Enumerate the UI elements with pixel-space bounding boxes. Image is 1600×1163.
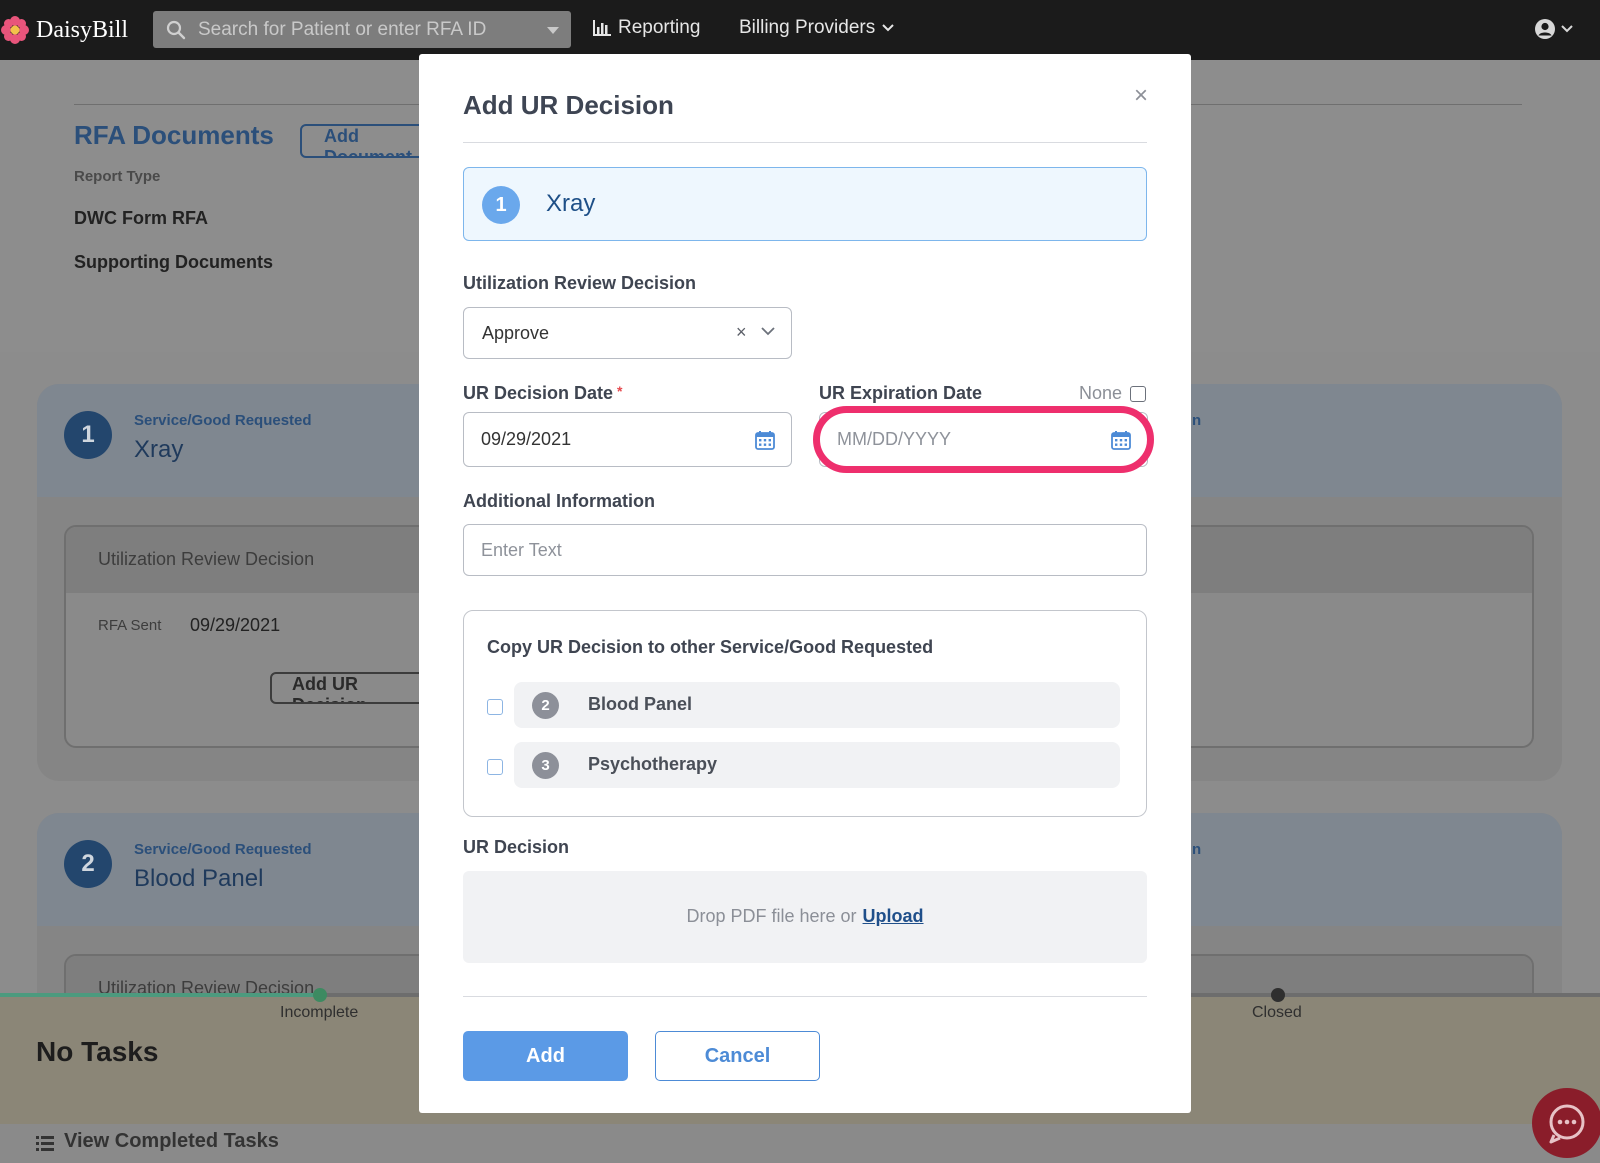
ur-decision-date-label-text: UR Decision Date	[463, 383, 614, 403]
additional-information-input[interactable]	[481, 525, 1121, 575]
search-icon	[166, 20, 186, 40]
divider	[463, 996, 1147, 997]
add-ur-decision-button[interactable]: Add UR Decision	[270, 672, 430, 704]
stage-incomplete-label: Incomplete	[280, 1004, 359, 1021]
top-navbar: DaisyBill Reporting Billing Providers	[0, 0, 1600, 60]
search-input[interactable]	[198, 11, 528, 48]
service-header-right-text: n	[1192, 412, 1202, 429]
drop-zone-text: Drop PDF file here or Upload	[463, 906, 1147, 927]
modal-title: Add UR Decision	[463, 90, 674, 120]
service-number-badge: 2	[64, 840, 112, 888]
ur-expiration-date-label: UR Expiration Date	[819, 383, 983, 403]
user-menu[interactable]	[1534, 18, 1574, 40]
daisy-flower-icon	[1, 16, 29, 44]
calendar-icon[interactable]	[755, 430, 775, 450]
rfa-sent-value: 09/29/2021	[190, 615, 281, 635]
search-dropdown-caret-icon[interactable]	[547, 27, 559, 34]
ur-decision-panel-title: Utilization Review Decision	[98, 549, 315, 569]
service-number-badge: 3	[532, 752, 559, 779]
service-number-badge: 1	[482, 186, 520, 224]
nav-billing-providers-label: Billing Providers	[739, 17, 876, 38]
app-name: DaisyBill	[36, 16, 129, 43]
document-item[interactable]: Supporting Documents	[74, 252, 273, 273]
no-expiration-toggle[interactable]: None	[1079, 383, 1147, 404]
chevron-down-icon	[1561, 25, 1573, 33]
clear-selection-icon[interactable]: ×	[736, 322, 747, 343]
service-name: Blood Panel	[134, 865, 264, 892]
nav-reporting[interactable]: Reporting	[592, 17, 700, 39]
incomplete-stage-check-icon	[313, 988, 327, 1002]
copy-item-blood-panel[interactable]: 2 Blood Panel	[514, 682, 1120, 728]
chat-bubble-icon	[1549, 1104, 1585, 1144]
chevron-down-icon[interactable]	[760, 325, 776, 337]
copy-decision-title: Copy UR Decision to other Service/Good R…	[487, 637, 934, 657]
ur-decision-value: Approve	[482, 323, 550, 343]
upload-link[interactable]: Upload	[863, 906, 924, 926]
service-name: Xray	[546, 190, 596, 217]
stage-closed-label: Closed	[1252, 1004, 1302, 1021]
highlight-annotation-ring	[813, 406, 1154, 473]
close-icon[interactable]: ×	[1129, 82, 1153, 109]
chevron-down-icon	[882, 24, 894, 32]
view-completed-tasks-link[interactable]: View Completed Tasks	[0, 1124, 1600, 1163]
user-avatar-icon	[1535, 19, 1555, 39]
copy-checkbox-blood-panel[interactable]	[487, 699, 503, 715]
copy-item-name: Blood Panel	[588, 694, 693, 714]
closed-stage-dot-icon	[1271, 988, 1285, 1002]
ur-decision-label: Utilization Review Decision	[463, 273, 697, 293]
document-item[interactable]: DWC Form RFA	[74, 208, 208, 229]
rfa-sent-label: RFA Sent	[98, 617, 162, 634]
chat-support-button[interactable]	[1532, 1088, 1600, 1158]
patient-search[interactable]	[153, 11, 571, 48]
copy-decision-box: Copy UR Decision to other Service/Good R…	[463, 610, 1147, 817]
service-subtitle: Service/Good Requested	[134, 412, 312, 429]
selected-service-banner: 1 Xray	[463, 167, 1147, 241]
ur-decision-date-input[interactable]	[481, 413, 731, 466]
service-subtitle: Service/Good Requested	[134, 841, 312, 858]
none-label: None	[1079, 383, 1123, 403]
copy-item-name: Psychotherapy	[588, 754, 718, 774]
additional-information-field[interactable]	[463, 524, 1147, 576]
nav-reporting-label: Reporting	[618, 17, 701, 38]
copy-item-psychotherapy[interactable]: 3 Psychotherapy	[514, 742, 1120, 788]
service-header-right-text: n	[1192, 841, 1202, 858]
nav-billing-providers[interactable]: Billing Providers	[739, 17, 895, 39]
service-number-badge: 2	[532, 692, 559, 719]
divider	[463, 142, 1147, 143]
none-checkbox[interactable]	[1130, 385, 1147, 402]
no-tasks-text: No Tasks	[36, 1036, 159, 1067]
ur-decision-select[interactable]: Approve ×	[463, 307, 792, 359]
ur-decision-date-label: UR Decision Date *	[463, 383, 623, 404]
drop-instructions: Drop PDF file here or	[686, 906, 857, 926]
add-ur-decision-modal: Add UR Decision × 1 Xray Utilization Rev…	[419, 54, 1191, 1113]
add-button[interactable]: Add	[463, 1031, 628, 1081]
view-completed-tasks-label: View Completed Tasks	[64, 1130, 279, 1152]
required-marker: *	[617, 383, 623, 399]
ur-decision-date-field[interactable]	[463, 412, 792, 467]
service-name: Xray	[134, 436, 184, 463]
cancel-button[interactable]: Cancel	[655, 1031, 820, 1081]
bar-chart-icon	[593, 20, 611, 36]
copy-checkbox-psychotherapy[interactable]	[487, 759, 503, 775]
rfa-documents-title: RFA Documents	[74, 120, 274, 150]
service-number-badge: 1	[64, 411, 112, 459]
additional-information-label: Additional Information	[463, 491, 655, 511]
pdf-drop-zone[interactable]: Drop PDF file here or Upload	[463, 871, 1147, 963]
task-progress-fill	[0, 993, 320, 997]
report-type-header: Report Type	[74, 168, 161, 185]
daisybill-logo[interactable]: DaisyBill	[0, 12, 128, 48]
list-icon	[36, 1136, 54, 1151]
ur-decision-file-label: UR Decision	[463, 837, 570, 857]
